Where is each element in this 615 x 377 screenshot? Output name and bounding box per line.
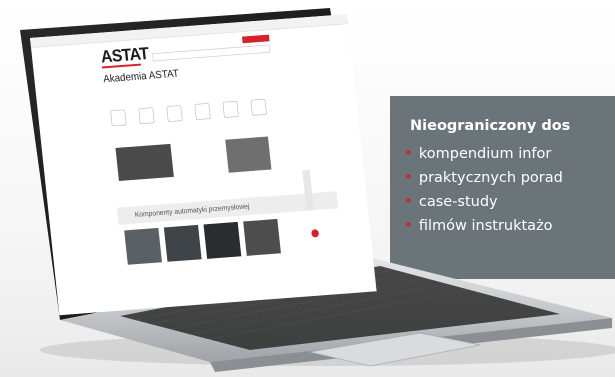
laptop <box>20 8 615 372</box>
